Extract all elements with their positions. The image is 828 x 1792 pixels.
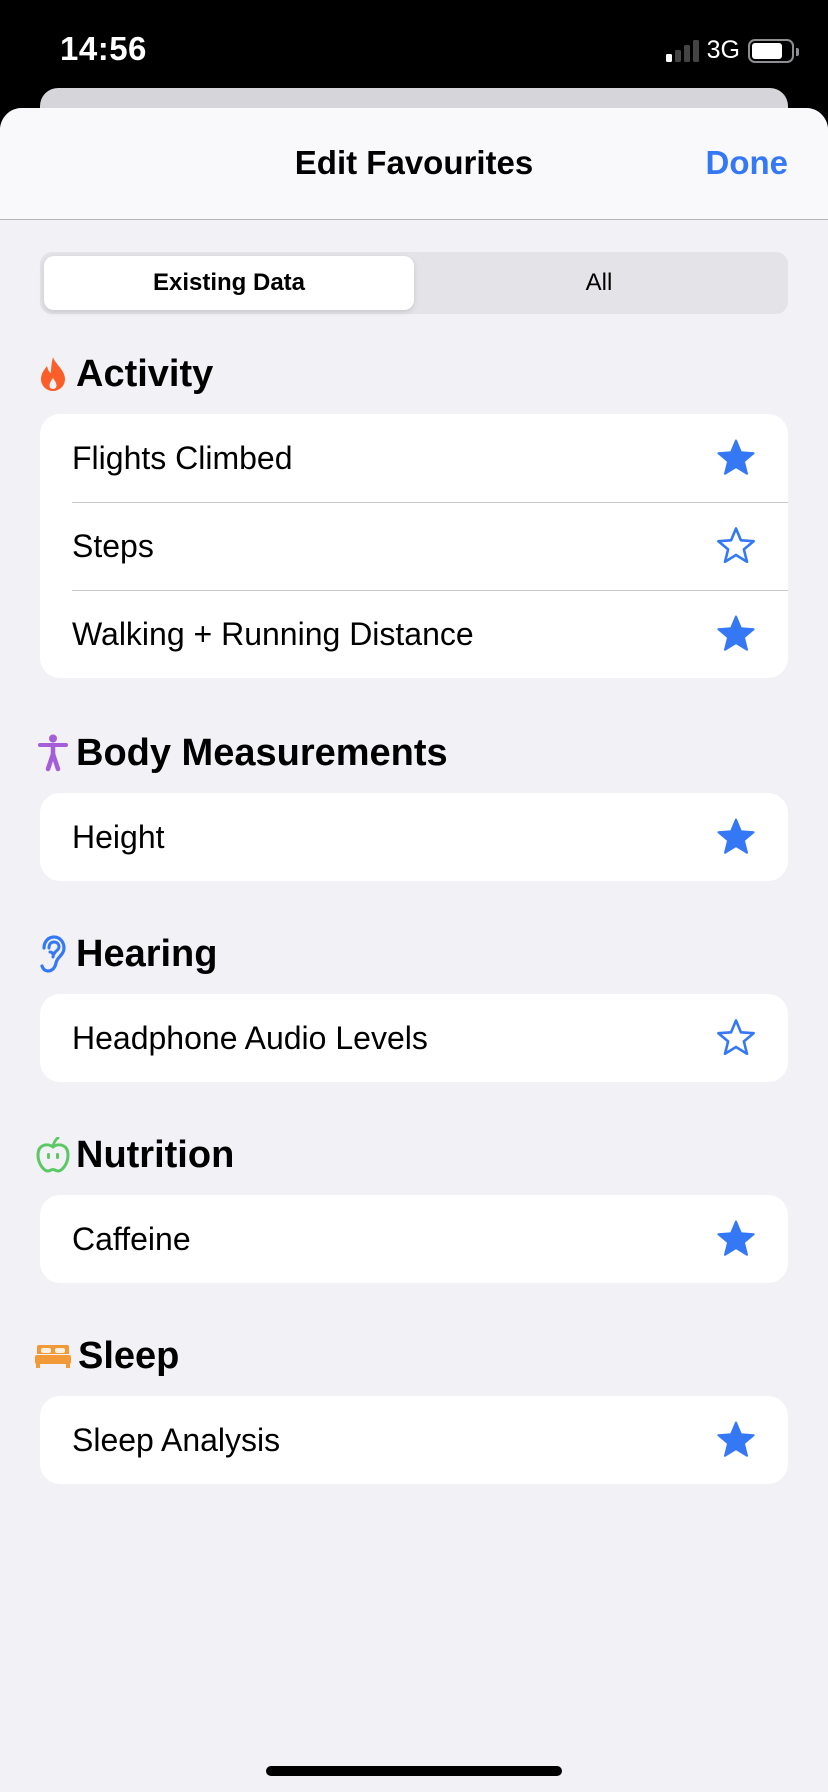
- star-outline-icon[interactable]: [714, 524, 758, 568]
- list-item[interactable]: Steps: [40, 502, 788, 590]
- list-item[interactable]: Flights Climbed: [40, 414, 788, 502]
- items-card: Height: [40, 793, 788, 881]
- status-bar: 14:56 3G: [0, 0, 828, 90]
- list-item[interactable]: Walking + Running Distance: [40, 590, 788, 678]
- status-time: 14:56: [60, 30, 147, 67]
- segment-existing-data[interactable]: Existing Data: [44, 256, 414, 310]
- flame-icon: [36, 354, 70, 394]
- section-sleep: Sleep Sleep Analysis: [35, 1328, 788, 1484]
- apple-icon: [36, 1135, 70, 1175]
- items-card: Caffeine: [40, 1195, 788, 1283]
- section-title: Nutrition: [76, 1133, 235, 1176]
- star-outline-icon[interactable]: [714, 1016, 758, 1060]
- star-filled-icon[interactable]: [714, 1418, 758, 1462]
- item-label: Steps: [72, 527, 154, 564]
- section-nutrition: Nutrition Caffeine: [36, 1127, 788, 1283]
- home-indicator[interactable]: [266, 1766, 562, 1776]
- section-header: Hearing: [36, 926, 788, 982]
- items-card: Flights Climbed Steps Walking + Running …: [40, 414, 788, 678]
- edit-favourites-sheet: Edit Favourites Done Existing Data All A…: [0, 108, 828, 1792]
- status-indicators: 3G: [665, 36, 799, 65]
- ear-icon: [36, 934, 70, 974]
- list-item[interactable]: Height: [40, 793, 788, 881]
- item-label: Flights Climbed: [72, 439, 293, 476]
- section-title: Sleep: [78, 1334, 180, 1377]
- section-header: Activity: [36, 346, 788, 402]
- star-filled-icon[interactable]: [714, 612, 758, 656]
- done-button[interactable]: Done: [706, 144, 789, 182]
- battery-level: [752, 42, 783, 59]
- item-label: Headphone Audio Levels: [72, 1019, 428, 1056]
- section-header: Body Measurements: [36, 725, 788, 781]
- section-activity: Activity Flights Climbed Steps Walking +…: [40, 346, 788, 678]
- section-title: Activity: [76, 352, 214, 395]
- section-header: Sleep: [34, 1328, 788, 1384]
- list-item[interactable]: Headphone Audio Levels: [40, 994, 788, 1082]
- list-item[interactable]: Caffeine: [40, 1195, 788, 1283]
- item-label: Walking + Running Distance: [72, 615, 474, 652]
- segmented-control: Existing Data All: [40, 252, 788, 314]
- section-title: Body Measurements: [76, 731, 448, 774]
- section-body-measurements: Body Measurements Height: [38, 725, 788, 881]
- battery-icon: [748, 38, 799, 63]
- items-card: Headphone Audio Levels: [40, 994, 788, 1082]
- nav-bar: Edit Favourites Done: [0, 108, 828, 220]
- star-filled-icon[interactable]: [714, 1217, 758, 1261]
- star-filled-icon[interactable]: [714, 436, 758, 480]
- section-hearing: Hearing Headphone Audio Levels: [40, 926, 788, 1082]
- list-item[interactable]: Sleep Analysis: [40, 1396, 788, 1484]
- figure-icon: [36, 733, 70, 773]
- page-title: Edit Favourites: [294, 144, 534, 181]
- section-title: Hearing: [76, 932, 218, 975]
- signal-icon: [665, 39, 699, 62]
- section-header: Nutrition: [36, 1127, 788, 1183]
- item-label: Height: [72, 818, 165, 855]
- star-filled-icon[interactable]: [714, 815, 758, 859]
- segment-all[interactable]: All: [414, 256, 784, 310]
- item-label: Caffeine: [72, 1220, 191, 1257]
- network-type: 3G: [706, 36, 740, 64]
- item-label: Sleep Analysis: [72, 1421, 281, 1458]
- items-card: Sleep Analysis: [40, 1396, 788, 1484]
- bed-icon: [34, 1336, 72, 1376]
